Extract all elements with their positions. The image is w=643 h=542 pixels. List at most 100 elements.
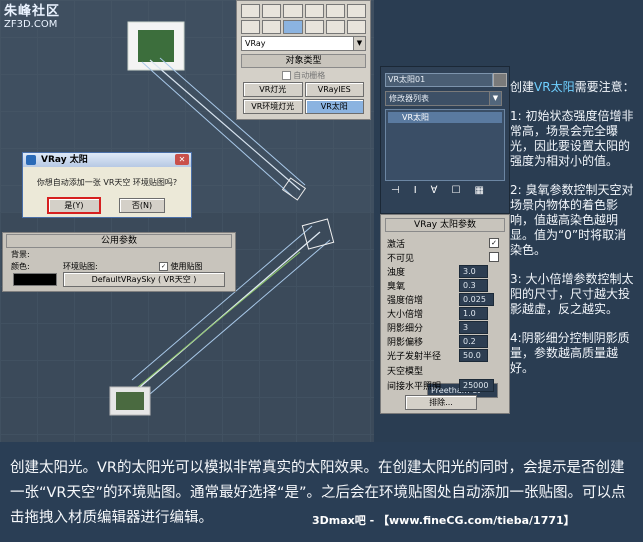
- common-params-rollout[interactable]: 公用参数: [6, 234, 232, 248]
- envmap-label: 环境贴图:: [63, 262, 98, 271]
- create-shape-icon[interactable]: [262, 20, 282, 34]
- dialog-message: 你想自动添加一张 VR天空 环境贴图吗?: [36, 178, 178, 187]
- param-label: 阴影偏移: [387, 338, 424, 348]
- param-label: 阴影细分: [387, 324, 424, 334]
- vr-light-button[interactable]: VR灯光: [243, 82, 303, 97]
- renderer-select-value: VRay: [245, 39, 266, 48]
- autogrid-checkbox[interactable]: [281, 71, 291, 80]
- geometry-icon[interactable]: [241, 4, 261, 18]
- use-map-checkbox[interactable]: ✓: [159, 262, 168, 271]
- param-row-photon-radius: 光子发射半径: [387, 349, 441, 362]
- intensity-multiplier-spinner[interactable]: 0.025: [459, 293, 494, 306]
- ozone-spinner[interactable]: 0.3: [459, 279, 488, 292]
- watermark: 3Dmax吧 - 【www.fineCG.com/tieba/1771】: [312, 514, 575, 527]
- common-params-title: 公用参数: [100, 236, 137, 246]
- note-4: 4:阴影细分控制阴影质量，参数越高质量越好。: [510, 331, 630, 375]
- vray-ies-button[interactable]: VRayIES: [304, 82, 364, 97]
- create-panel: VRay ▼ 对象类型 自动栅格 VR灯光 VRayIES VR环境灯光 VR太…: [236, 0, 371, 120]
- environment-map-button[interactable]: DefaultVRaySky ( VR天空 ): [63, 272, 225, 287]
- sun-params-rows: 激活 ✓ 不可见 浊度 3.0 臭氧 0.3 强度倍增 0.025 大小倍增 1…: [381, 235, 509, 410]
- site-logo: 朱峰社区 ZF3D.COM: [4, 0, 124, 30]
- param-label: 强度倍增: [387, 296, 424, 306]
- vr-ambient-light-button[interactable]: VR环境灯光: [243, 99, 303, 114]
- turbidity-spinner[interactable]: 3.0: [459, 265, 488, 278]
- pin-stack-icon[interactable]: ⊣: [391, 185, 400, 196]
- background-color-swatch[interactable]: [13, 273, 57, 286]
- invisible-checkbox[interactable]: [489, 252, 499, 262]
- stack-toolbar: ⊣ I ∀ ☐ ▦: [391, 185, 484, 196]
- autogrid-label: 自动栅格: [293, 71, 326, 80]
- note-1: 1: 初始状态强度倍增非常高，场景会完全曝光，因此要设置太阳的强度为相对小的值。: [510, 109, 634, 168]
- param-row-invisible: 不可见: [387, 251, 414, 264]
- modifier-list-label: 修改器列表: [389, 94, 429, 103]
- object-name-field[interactable]: VR太阳01: [385, 73, 493, 87]
- chevron-down-icon: ▼: [353, 37, 365, 50]
- vr-sun-button[interactable]: VR太阳: [304, 99, 364, 114]
- sun-params-title: VRay 太阳参数: [414, 220, 476, 230]
- shadow-subdivs-spinner[interactable]: 3: [459, 321, 488, 334]
- note-3: 3: 大小倍增参数控制太阳的尺寸，尺寸越大投影越虚，反之越实。: [510, 272, 634, 316]
- indirect-label: 间接水平照明: [387, 382, 442, 392]
- stack-item-vr-sun[interactable]: VR太阳: [388, 112, 502, 123]
- param-label: 大小倍增: [387, 310, 424, 320]
- modify-panel: VR太阳01 修改器列表 ▼ VR太阳 ⊣ I ∀ ☐ ▦: [380, 66, 510, 214]
- spacewarps-icon[interactable]: [346, 4, 367, 18]
- right-notes: 创建VR太阳需要注意： 1: 初始状态强度倍增非常高，场景会完全曝光，因此要设置…: [510, 80, 638, 390]
- param-label: 臭氧: [387, 282, 406, 292]
- logo-url: ZF3D.COM: [4, 19, 58, 30]
- param-row-ozone: 臭氧: [387, 279, 405, 292]
- param-label: 激活: [387, 240, 406, 250]
- configure-sets-icon[interactable]: ▦: [474, 185, 483, 196]
- dialog-no-button[interactable]: 否(N): [119, 198, 165, 213]
- object-type-rollout[interactable]: 对象类型: [241, 54, 366, 68]
- cameras-icon[interactable]: [304, 4, 324, 18]
- create-geometry-icon[interactable]: [241, 20, 261, 34]
- modifier-list-select[interactable]: 修改器列表 ▼: [385, 91, 502, 106]
- notes-title: 创建VR太阳需要注意：: [510, 80, 635, 94]
- dialog-title: VRay 太阳: [41, 155, 88, 165]
- vray-sun-dialog: VRay 太阳 ✕ 你想自动添加一张 VR天空 环境贴图吗? 是(Y) 否(N): [22, 152, 192, 218]
- create-light-icon[interactable]: [283, 20, 303, 34]
- dialog-titlebar: VRay 太阳 ✕: [23, 153, 191, 167]
- param-row-intensity: 强度倍增: [387, 293, 423, 306]
- close-icon[interactable]: ✕: [175, 154, 189, 165]
- param-row-turbidity: 浊度: [387, 265, 405, 278]
- use-map-label: 使用贴图: [170, 262, 203, 271]
- modifier-stack: VR太阳: [385, 109, 505, 181]
- helpers-icon[interactable]: [325, 4, 345, 18]
- param-label: 光子发射半径: [387, 352, 442, 362]
- indirect-horizontal-spinner[interactable]: 25000: [459, 379, 494, 392]
- active-checkbox[interactable]: ✓: [489, 238, 499, 248]
- param-label: 浊度: [387, 268, 406, 278]
- remove-modifier-icon[interactable]: ☐: [452, 185, 461, 196]
- common-params-panel: 公用参数 背景: 颜色: 环境贴图: ✓ 使用贴图 DefaultVRaySky…: [2, 232, 236, 292]
- light-type-buttons: VR灯光 VRayIES VR环境灯光 VR太阳: [243, 82, 364, 114]
- param-row-shadow-bias: 阴影偏移: [387, 335, 423, 348]
- param-row-active: 激活: [387, 237, 405, 250]
- renderer-select[interactable]: VRay ▼: [241, 36, 366, 51]
- lights-icon[interactable]: [283, 4, 303, 18]
- make-unique-icon[interactable]: ∀: [431, 185, 438, 196]
- photon-radius-spinner[interactable]: 50.0: [459, 349, 488, 362]
- param-row-shadow-subdivs: 阴影细分: [387, 321, 423, 334]
- notes-title-highlight: VR太阳: [534, 80, 575, 94]
- shadow-bias-spinner[interactable]: 0.2: [459, 335, 488, 348]
- chevron-down-icon: ▼: [489, 92, 501, 105]
- dialog-yes-button[interactable]: 是(Y): [47, 197, 101, 214]
- create-camera-icon[interactable]: [304, 20, 324, 34]
- exclude-button[interactable]: 排除...: [405, 395, 477, 410]
- shapes-icon[interactable]: [262, 4, 282, 18]
- autogrid-row[interactable]: 自动栅格: [237, 70, 370, 81]
- param-row-sky-model: 天空模型: [387, 364, 423, 377]
- create-helper-icon[interactable]: [325, 20, 345, 34]
- create-system-icon[interactable]: [346, 20, 367, 34]
- size-multiplier-spinner[interactable]: 1.0: [459, 307, 488, 320]
- object-type-title: 对象类型: [285, 56, 322, 66]
- sun-params-rollout[interactable]: VRay 太阳参数: [385, 218, 505, 232]
- create-tab-icons: [240, 3, 367, 18]
- background-label: 背景:: [11, 250, 30, 259]
- note-2: 2: 臭氧参数控制天空对场景内物体的着色影响，值越高染色越明显。值为“0”时将取…: [510, 183, 634, 257]
- use-map-row[interactable]: ✓ 使用贴图: [159, 261, 203, 272]
- object-color-swatch[interactable]: [493, 73, 507, 87]
- show-end-result-icon[interactable]: I: [414, 185, 417, 196]
